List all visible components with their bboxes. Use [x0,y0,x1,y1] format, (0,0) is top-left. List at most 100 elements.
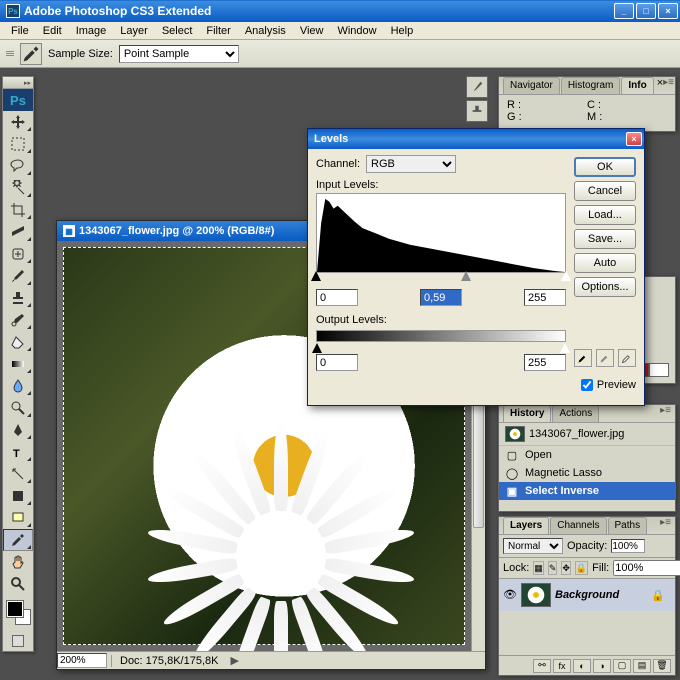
ok-button[interactable]: OK [574,157,636,177]
output-black[interactable] [316,354,358,371]
history-source[interactable]: 1343067_flower.jpg [499,423,675,446]
chevron-right-icon[interactable]: ▶ [230,654,238,667]
maximize-button[interactable]: □ [636,3,656,19]
save-button[interactable]: Save... [574,229,636,249]
heal-tool[interactable] [3,243,33,265]
gray-picker-icon[interactable] [596,349,614,367]
tab-history[interactable]: History [503,405,551,422]
input-gamma[interactable] [420,289,462,306]
black-picker-icon[interactable] [574,349,592,367]
notes-tool[interactable] [3,507,33,529]
menu-edit[interactable]: Edit [36,23,69,39]
tab-actions[interactable]: Actions [552,405,599,422]
tab-paths[interactable]: Paths [608,517,648,534]
foreground-color[interactable] [7,601,23,617]
trash-icon[interactable]: 🗑 [653,659,671,673]
sample-size-select[interactable]: Point Sample [119,45,239,63]
fill-input[interactable] [613,560,680,576]
output-gradient[interactable] [316,330,566,342]
menu-view[interactable]: View [293,23,331,39]
history-item-inverse[interactable]: ▣ Select Inverse [499,482,675,500]
move-tool[interactable] [3,111,33,133]
crop-tool[interactable] [3,199,33,221]
marquee-tool[interactable] [3,133,33,155]
eraser-tool[interactable] [3,331,33,353]
link-layers-icon[interactable]: ⚯ [533,659,551,673]
tab-info[interactable]: Info [621,77,653,94]
tab-navigator[interactable]: Navigator [503,77,560,94]
zoom-input[interactable] [57,653,107,668]
history-item-open[interactable]: ▢ Open [499,446,675,464]
slice-tool[interactable] [3,221,33,243]
white-picker-icon[interactable] [618,349,636,367]
tab-layers[interactable]: Layers [503,517,549,534]
type-tool[interactable]: T [3,441,33,463]
path-tool[interactable] [3,463,33,485]
tab-histogram[interactable]: Histogram [561,77,621,94]
input-sliders[interactable] [316,273,566,283]
eyedropper-tool[interactable] [3,529,33,551]
layer-row-background[interactable]: 👁 Background 🔒 [499,579,675,611]
options-button[interactable]: Options... [574,277,636,297]
history-brush-tool[interactable] [3,309,33,331]
toolbox-header[interactable]: ▸▸ [3,77,33,89]
load-button[interactable]: Load... [574,205,636,225]
output-white-slider[interactable] [560,343,570,353]
zoom-tool[interactable] [3,573,33,595]
layer-name[interactable]: Background [555,589,619,601]
dodge-tool[interactable] [3,397,33,419]
clone-panel-icon[interactable] [466,100,488,122]
layer-style-icon[interactable]: fx [553,659,571,673]
layer-thumbnail[interactable] [521,583,551,607]
panel-menu-icon[interactable]: ▸≡ [663,77,674,94]
cancel-button[interactable]: Cancel [574,181,636,201]
menu-file[interactable]: File [4,23,36,39]
minimize-button[interactable]: _ [614,3,634,19]
white-point-slider[interactable] [561,271,571,281]
tool-preset-button[interactable] [20,43,42,65]
pen-tool[interactable] [3,419,33,441]
blend-mode-select[interactable]: Normal [503,538,563,554]
lasso-tool[interactable] [3,155,33,177]
menu-help[interactable]: Help [384,23,421,39]
auto-button[interactable]: Auto [574,253,636,273]
blur-tool[interactable] [3,375,33,397]
grip-icon[interactable] [6,51,14,56]
preview-checkbox[interactable] [581,379,593,391]
menu-select[interactable]: Select [155,23,200,39]
menu-analysis[interactable]: Analysis [238,23,293,39]
gradient-tool[interactable] [3,353,33,375]
black-point-slider[interactable] [311,271,321,281]
channel-select[interactable]: RGB [366,155,456,173]
adjustment-layer-icon[interactable]: ◑ [593,659,611,673]
new-layer-icon[interactable]: ▤ [633,659,651,673]
standard-mode[interactable] [12,635,24,647]
visibility-icon[interactable]: 👁 [503,588,517,602]
menu-window[interactable]: Window [330,23,383,39]
gamma-slider[interactable] [461,271,471,281]
hand-tool[interactable] [3,551,33,573]
brush-tool[interactable] [3,265,33,287]
menu-filter[interactable]: Filter [199,23,237,39]
shape-tool[interactable] [3,485,33,507]
lock-pixels-icon[interactable]: ✎ [548,561,558,575]
output-white[interactable] [524,354,566,371]
group-icon[interactable]: ▢ [613,659,631,673]
history-item-lasso[interactable]: ◯ Magnetic Lasso [499,464,675,482]
wand-tool[interactable] [3,177,33,199]
stamp-tool[interactable] [3,287,33,309]
lock-transparent-icon[interactable]: ▦ [533,561,544,575]
lock-position-icon[interactable]: ✥ [561,561,571,575]
input-white[interactable] [524,289,566,306]
layer-mask-icon[interactable]: ◐ [573,659,591,673]
panel-menu-icon[interactable]: ▸≡ [660,517,671,534]
menu-layer[interactable]: Layer [113,23,155,39]
menu-image[interactable]: Image [69,23,114,39]
input-black[interactable] [316,289,358,306]
opacity-input[interactable] [611,539,645,553]
lock-all-icon[interactable]: 🔒 [575,561,588,575]
output-black-slider[interactable] [312,343,322,353]
tab-channels[interactable]: Channels [550,517,606,534]
close-icon[interactable]: × [626,132,642,146]
brush-panel-icon[interactable] [466,76,488,98]
